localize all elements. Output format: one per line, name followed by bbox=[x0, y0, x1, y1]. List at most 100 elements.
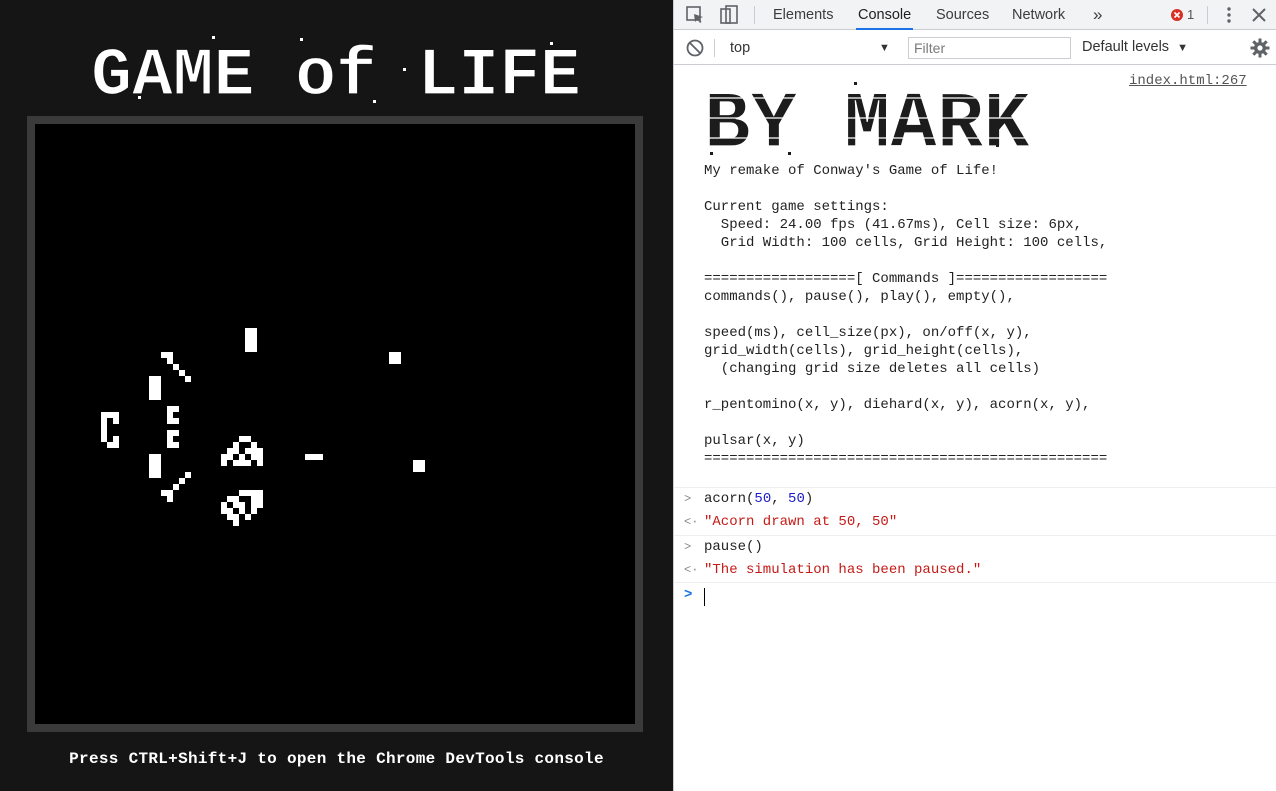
live-cell bbox=[251, 442, 257, 448]
tab-network[interactable]: Network bbox=[1010, 0, 1067, 30]
device-toolbar-icon[interactable] bbox=[718, 4, 740, 26]
live-cell bbox=[107, 412, 113, 418]
live-cell bbox=[173, 364, 179, 370]
command-text: acorn(50, 50) bbox=[704, 491, 814, 507]
live-cell bbox=[389, 352, 395, 358]
live-cell bbox=[101, 430, 107, 436]
input-chevron-icon: > bbox=[684, 492, 692, 506]
console-input-row: > pause() bbox=[674, 535, 1276, 559]
live-cell bbox=[221, 460, 227, 466]
live-cell bbox=[239, 490, 245, 496]
live-cell bbox=[257, 460, 263, 466]
tab-elements[interactable]: Elements bbox=[771, 0, 835, 30]
live-cell bbox=[251, 346, 257, 352]
clear-console-icon[interactable] bbox=[685, 38, 705, 58]
live-cell bbox=[227, 448, 233, 454]
board-frame bbox=[27, 116, 643, 732]
live-cell bbox=[113, 442, 119, 448]
log-line: grid_width(cells), grid_height(cells), bbox=[704, 343, 1024, 359]
live-cell bbox=[173, 430, 179, 436]
live-cell bbox=[233, 514, 239, 520]
live-cell bbox=[239, 508, 245, 514]
live-cell bbox=[173, 406, 179, 412]
live-cell bbox=[107, 442, 113, 448]
live-cell bbox=[227, 508, 233, 514]
console-result-row: <· "The simulation has been paused." bbox=[674, 559, 1276, 583]
live-cell bbox=[173, 484, 179, 490]
command-text: pause() bbox=[704, 539, 763, 555]
live-cell bbox=[155, 388, 161, 394]
tab-console[interactable]: Console bbox=[856, 0, 914, 30]
live-cell bbox=[245, 340, 251, 346]
live-cell bbox=[245, 436, 251, 442]
live-cell bbox=[167, 352, 173, 358]
tab-sources[interactable]: Sources bbox=[934, 0, 991, 30]
kebab-menu-icon[interactable] bbox=[1218, 4, 1240, 26]
log-line: speed(ms), cell_size(px), on/off(x, y), bbox=[704, 325, 1032, 341]
live-cell bbox=[101, 418, 107, 424]
text-caret bbox=[704, 588, 705, 606]
source-link[interactable]: index.html:267 bbox=[1129, 73, 1247, 89]
live-cell bbox=[419, 466, 425, 472]
live-cell bbox=[257, 490, 263, 496]
filter-input[interactable] bbox=[908, 37, 1071, 59]
live-cell bbox=[233, 448, 239, 454]
live-cell bbox=[257, 454, 263, 460]
live-cell bbox=[251, 496, 257, 502]
live-cell bbox=[239, 502, 245, 508]
log-line: ==================[ Commands ]==========… bbox=[704, 271, 1108, 287]
live-cell bbox=[251, 490, 257, 496]
live-cell bbox=[251, 454, 257, 460]
error-count[interactable]: 1 bbox=[1187, 7, 1194, 22]
console-output[interactable]: index.html:267 BY MARK My remake of Conw… bbox=[674, 66, 1276, 791]
live-cell bbox=[179, 370, 185, 376]
log-levels-dropdown[interactable]: Default levels ▼ bbox=[1082, 39, 1188, 55]
live-cell bbox=[233, 496, 239, 502]
live-cell bbox=[155, 394, 161, 400]
live-cell bbox=[233, 460, 239, 466]
live-cell bbox=[245, 490, 251, 496]
live-cell bbox=[257, 448, 263, 454]
live-cell bbox=[251, 502, 257, 508]
live-cell bbox=[311, 454, 317, 460]
context-selector[interactable]: top ▼ bbox=[719, 38, 901, 60]
live-cell bbox=[233, 442, 239, 448]
toolbar-divider bbox=[714, 39, 715, 57]
live-cell bbox=[149, 466, 155, 472]
more-tabs-button[interactable]: » bbox=[1091, 0, 1104, 30]
live-cell bbox=[245, 448, 251, 454]
live-cell bbox=[251, 328, 257, 334]
live-cell bbox=[245, 328, 251, 334]
log-line: r_pentomino(x, y), diehard(x, y), acorn(… bbox=[704, 397, 1091, 413]
live-cell bbox=[155, 466, 161, 472]
live-cell bbox=[149, 454, 155, 460]
inspect-element-icon[interactable] bbox=[684, 4, 706, 26]
console-prompt[interactable]: > bbox=[674, 582, 1276, 612]
live-cell bbox=[149, 460, 155, 466]
live-cell bbox=[167, 406, 173, 412]
live-cell bbox=[173, 442, 179, 448]
live-cell bbox=[413, 466, 419, 472]
live-cell bbox=[227, 454, 233, 460]
life-board[interactable] bbox=[35, 124, 635, 724]
toolbar-divider bbox=[1207, 6, 1208, 24]
live-cell bbox=[113, 418, 119, 424]
game-pane: GAME of LIFE Press CTRL+Shift+J to open … bbox=[0, 0, 673, 791]
prompt-chevron-icon: > bbox=[684, 587, 693, 603]
toolbar-divider bbox=[754, 6, 755, 24]
devtools-tabbar: Elements Console Sources Network » 1 bbox=[674, 0, 1276, 30]
live-cell bbox=[227, 514, 233, 520]
error-icon[interactable] bbox=[1170, 8, 1184, 22]
devtools-panel: Elements Console Sources Network » 1 top… bbox=[673, 0, 1276, 791]
log-levels-label: Default levels bbox=[1082, 39, 1170, 55]
close-icon[interactable] bbox=[1248, 4, 1270, 26]
log-line: (changing grid size deletes all cells) bbox=[704, 361, 1041, 377]
live-cell bbox=[419, 460, 425, 466]
live-cell bbox=[167, 418, 173, 424]
log-line: commands(), pause(), play(), empty(), bbox=[704, 289, 1015, 305]
live-cell bbox=[167, 442, 173, 448]
live-cell bbox=[155, 460, 161, 466]
settings-gear-icon[interactable] bbox=[1249, 37, 1271, 59]
result-chevron-icon: <· bbox=[684, 563, 699, 577]
